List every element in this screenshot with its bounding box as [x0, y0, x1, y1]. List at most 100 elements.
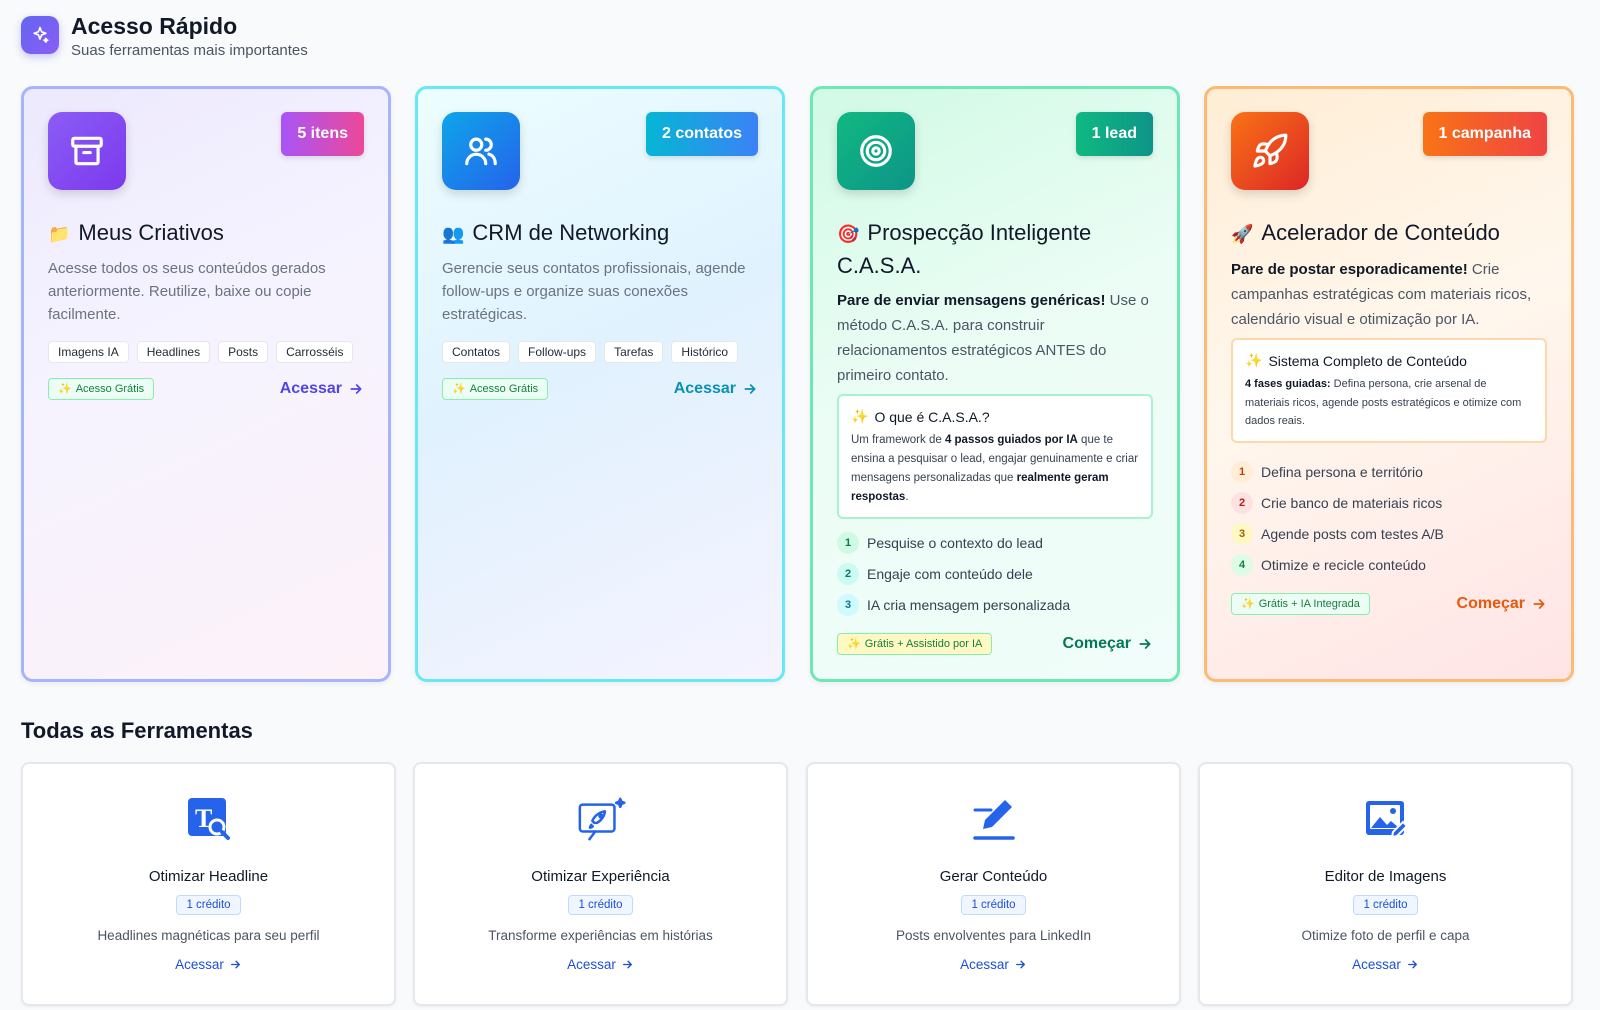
access-link[interactable]: Acessar: [1352, 957, 1419, 972]
tool-name: Otimizar Headline: [148, 868, 269, 885]
tag: Histórico: [671, 341, 739, 363]
pen-write-icon: [969, 794, 1019, 844]
start-link[interactable]: Começar: [1063, 635, 1153, 653]
casa-info-box: ✨ O que é C.A.S.A.? Um framework de 4 pas…: [837, 394, 1153, 519]
step-number: 2: [1231, 491, 1253, 514]
card-title: 🎯 Prospecção Inteligente C.A.S.A.: [837, 220, 1092, 278]
tool-description: Otimize foto de perfil e capa: [1301, 928, 1470, 943]
step-number: 3: [1231, 522, 1253, 545]
rocket-sparkle-icon: [576, 794, 626, 844]
sparkle-icon: ✨: [1245, 352, 1263, 368]
image-edit-icon: [1361, 794, 1411, 844]
credit-badge: 1 crédito: [961, 895, 1026, 915]
folder-icon: 📁: [48, 224, 71, 244]
tag-list: Imagens IA Headlines Posts Carrosséis: [48, 341, 364, 363]
card-description: Acesse todos os seus conteúdos gerados a…: [48, 260, 326, 323]
page-title: Acesso Rápido: [71, 13, 238, 39]
credit-badge: 1 crédito: [1353, 895, 1418, 915]
arrow-right-icon: [1533, 598, 1545, 609]
quick-card-crm-networking[interactable]: 2 contatos 👥 CRM de Networking Gerencie s…: [415, 86, 785, 682]
credit-badge: 1 crédito: [568, 895, 633, 915]
sparkle-icon: ✨: [58, 383, 72, 395]
sparkle-icon: ✨: [851, 408, 869, 424]
tool-card-gerar-conteudo[interactable]: Gerar Conteúdo 1 crédito Posts envolvent…: [806, 762, 1181, 1006]
free-access-badge: ✨ Grátis + Assistido por IA: [837, 633, 993, 655]
access-link[interactable]: Acessar: [280, 380, 364, 398]
list-item: 2 Engaje com conteúdo dele: [837, 563, 1153, 585]
step-list: 1 Pesquise o contexto do lead 2 Engaje com…: [837, 532, 1153, 616]
count-badge: 1 campanha: [1422, 112, 1547, 156]
tag: Contatos: [442, 341, 511, 363]
list-item: 1 Defina persona e território: [1231, 460, 1547, 483]
tag-list: Contatos Follow-ups Tarefas Histórico: [442, 341, 758, 363]
quick-card-acelerador[interactable]: 1 campanha 🚀 Acelerador de Conteúdo Pare …: [1204, 86, 1574, 682]
tool-card-otimizar-headline[interactable]: T Otimizar Headline 1 crédito Headlines …: [21, 762, 396, 1006]
page-header: Acesso Rápido Suas ferramentas mais impo…: [21, 12, 308, 59]
start-link[interactable]: Começar: [1457, 595, 1547, 613]
sparkle-icon: ✨: [1241, 597, 1255, 610]
card-description: Gerencie seus contatos profissionais, ag…: [442, 260, 746, 323]
tool-description: Posts envolventes para LinkedIn: [895, 928, 1092, 943]
step-list: 1 Defina persona e território 2 Crie banco…: [1231, 460, 1547, 576]
access-link[interactable]: Acessar: [175, 957, 242, 972]
count-badge: 1 lead: [1075, 112, 1153, 156]
arrow-right-icon: [744, 384, 756, 394]
step-number: 1: [1231, 460, 1253, 483]
tool-description: Transforme experiências em histórias: [488, 928, 713, 943]
card-description: Pare de enviar mensagens genéricas! Use …: [837, 292, 1149, 384]
access-link[interactable]: Acessar: [567, 957, 634, 972]
access-link[interactable]: Acessar: [960, 957, 1027, 972]
sparkle-icon: ✨: [452, 383, 466, 395]
arrow-right-icon: [1015, 960, 1025, 969]
quick-card-meus-criativos[interactable]: 5 itens 📁 Meus Criativos Acesse todos os …: [21, 86, 391, 682]
sparkles-icon: [21, 16, 59, 54]
credit-badge: 1 crédito: [176, 895, 241, 915]
archive-icon: [48, 112, 126, 190]
tag: Imagens IA: [48, 341, 129, 363]
tool-card-otimizar-experiencia[interactable]: Otimizar Experiência 1 crédito Transform…: [413, 762, 788, 1006]
step-number: 2: [837, 563, 859, 585]
arrow-right-icon: [230, 960, 240, 969]
tag: Posts: [218, 341, 269, 363]
count-badge: 2 contatos: [645, 112, 758, 156]
quick-card-prospeccao[interactable]: 1 lead 🎯 Prospecção Inteligente C.A.S.A. …: [810, 86, 1180, 682]
tool-card-editor-imagens[interactable]: Editor de Imagens 1 crédito Otimize foto…: [1198, 762, 1573, 1006]
info-text: Um framework de 4 passos guiados por IA …: [851, 434, 1139, 503]
tool-name: Otimizar Experiência: [531, 868, 670, 885]
step-number: 3: [837, 594, 859, 616]
card-title: 📁 Meus Criativos: [48, 220, 224, 245]
dart-target-icon: 🎯: [837, 224, 860, 244]
info-text: 4 fases guiadas: Defina persona, crie ar…: [1245, 378, 1522, 427]
people-icon: 👥: [442, 224, 465, 244]
free-access-badge: ✨ Grátis + IA Integrada: [1231, 592, 1370, 615]
list-item: 4 Otimize e recicle conteúdo: [1231, 553, 1547, 576]
list-item: 3 IA cria mensagem personalizada: [837, 594, 1153, 616]
info-title: ✨ Sistema Completo de Conteúdo: [1245, 352, 1467, 369]
tag: Tarefas: [604, 341, 664, 363]
section-title: Todas as Ferramentas: [21, 718, 253, 743]
card-description: Pare de postar esporadicamente! Crie cam…: [1231, 261, 1532, 328]
page-subtitle: Suas ferramentas mais importantes: [71, 42, 308, 59]
list-item: 1 Pesquise o contexto do lead: [837, 532, 1153, 554]
arrow-right-icon: [1139, 639, 1151, 649]
step-number: 4: [1231, 553, 1253, 576]
arrow-right-icon: [350, 384, 362, 394]
info-title: ✨ O que é C.A.S.A.?: [851, 408, 990, 425]
free-access-badge: ✨ Acesso Grátis: [48, 378, 155, 400]
tool-name: Editor de Imagens: [1324, 868, 1447, 885]
content-system-info-box: ✨ Sistema Completo de Conteúdo 4 fases gu…: [1231, 338, 1547, 443]
count-badge: 5 itens: [281, 112, 364, 156]
tool-name: Gerar Conteúdo: [939, 868, 1048, 885]
tag: Headlines: [136, 341, 211, 363]
sparkle-icon: ✨: [847, 638, 861, 650]
list-item: 2 Crie banco de materiais ricos: [1231, 491, 1547, 514]
arrow-right-icon: [1407, 960, 1417, 969]
users-icon: [442, 112, 520, 190]
list-item: 3 Agende posts com testes A/B: [1231, 522, 1547, 545]
text-search-icon: T: [184, 794, 234, 844]
tag: Follow-ups: [518, 341, 597, 363]
step-number: 1: [837, 532, 859, 554]
card-title: 🚀 Acelerador de Conteúdo: [1231, 220, 1500, 245]
access-link[interactable]: Acessar: [674, 380, 758, 398]
tag: Carrosséis: [276, 341, 354, 363]
